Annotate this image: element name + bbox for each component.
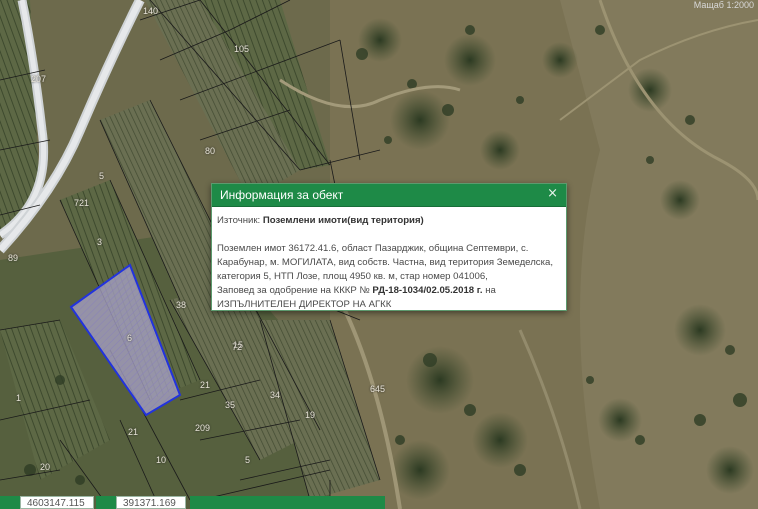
parcel-info-line: Карабунар, м. МОГИЛАТА, вид собств. Част… <box>217 257 553 268</box>
order-suffix: на <box>485 285 496 296</box>
source-label: Източник: <box>217 215 261 226</box>
coord-y-value: 391371.169 <box>123 498 176 509</box>
popup-header: Информация за обект × <box>212 184 566 207</box>
status-bar-segment <box>190 496 385 509</box>
parcel-info-line: Поземлен имот 36172.41.6, област Пазардж… <box>217 243 529 254</box>
popup-body: Източник: Поземлени имоти(вид територия)… <box>212 207 566 312</box>
parcel-info-line: ИЗПЪЛНИТЕЛЕН ДИРЕКТОР НА АГКК <box>217 299 392 310</box>
info-popup: Информация за обект × Източник: Поземлен… <box>211 183 567 311</box>
coord-x-field: 4603147.115 <box>20 496 94 509</box>
coord-y-field: 391371.169 <box>116 496 186 509</box>
order-prefix: Заповед за одобрение на КККР № <box>217 285 370 296</box>
order-line: Заповед за одобрение на КККР № РД-18-103… <box>217 284 560 298</box>
scale-text: Мащаб 1:2000 <box>693 0 754 10</box>
status-bar-segment <box>96 496 116 509</box>
status-bar-segment <box>0 496 20 509</box>
popup-title: Информация за обект <box>220 188 344 202</box>
order-number: РД-18-1034/02.05.2018 г. <box>372 285 483 296</box>
coord-x-value: 4603147.115 <box>27 498 85 509</box>
close-icon[interactable]: × <box>547 186 558 201</box>
parcel-info-line: категория 5, НТП Лозе, площ 4950 кв. м, … <box>217 271 488 282</box>
source-value: Поземлени имоти(вид територия) <box>262 215 424 226</box>
source-line: Източник: Поземлени имоти(вид територия) <box>217 214 560 228</box>
